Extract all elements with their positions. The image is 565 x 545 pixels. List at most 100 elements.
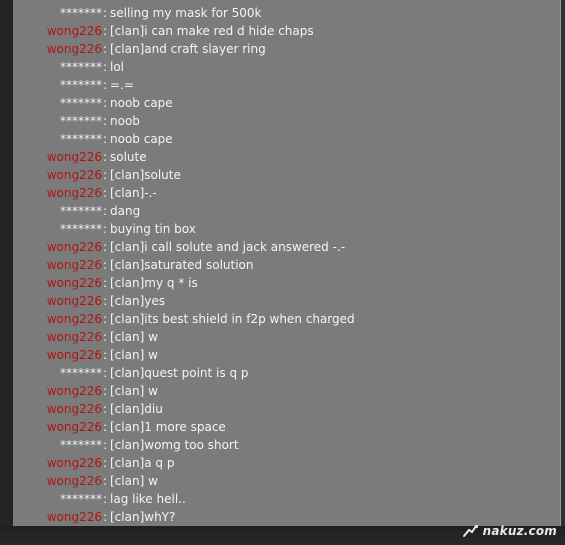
message-sender: wong226 (46, 294, 102, 308)
message-sender: wong226 (46, 168, 102, 182)
chat-message-row: wong226: [clan]a q p (13, 454, 560, 472)
sender-separator: : (103, 510, 108, 524)
message-sender: wong226 (46, 420, 102, 434)
sender-separator: : (103, 438, 108, 452)
message-sender: wong226 (46, 348, 102, 362)
chat-message-row: wong226: [clan]saturated solution (13, 256, 560, 274)
chat-message-row: wong226: [clan]yes (13, 292, 560, 310)
message-text: [clan]saturated solution (110, 258, 254, 272)
message-sender: ******* (60, 78, 102, 92)
message-sender: wong226 (46, 24, 102, 38)
message-text: [clan]my q * is (110, 276, 198, 290)
message-sender: ******* (60, 60, 102, 74)
message-text: lag like hell.. (110, 492, 186, 506)
sender-separator: : (103, 132, 108, 146)
chat-message-row: wong226: [clan]my q * is (13, 274, 560, 292)
message-sender: wong226 (46, 330, 102, 344)
chat-message-row: *******: [clan]quest point is q p (13, 364, 560, 382)
chat-message-row: *******: [clan]womg too short (13, 436, 560, 454)
message-sender: ******* (60, 204, 102, 218)
watermark-text: nakuz.com (482, 524, 557, 538)
sender-separator: : (103, 240, 108, 254)
watermark: nakuz.com (462, 523, 557, 539)
chat-message-row: wong226: [clan]diu (13, 400, 560, 418)
chat-message-row: wong226: [clan] w (13, 382, 560, 400)
chat-message-row: wong226: [clan] w (13, 328, 560, 346)
sender-separator: : (103, 474, 108, 488)
message-text: noob cape (110, 132, 173, 146)
chat-message-row: *******: buying tin box (13, 220, 560, 238)
chat-log-panel[interactable]: *******: selling my mask for 500k wong226:… (13, 0, 561, 526)
message-text: =.= (110, 78, 134, 92)
window-frame-left (0, 0, 13, 545)
message-sender: ******* (60, 438, 102, 452)
sender-separator: : (103, 24, 108, 38)
chat-message-row: *******: noob (13, 112, 560, 130)
message-text: dang (110, 204, 141, 218)
message-sender: ******* (60, 222, 102, 236)
chat-message-row: wong226: [clan]and craft slayer ring (13, 40, 560, 58)
message-sender: wong226 (46, 384, 102, 398)
sender-separator: : (103, 258, 108, 272)
message-sender: wong226 (46, 42, 102, 56)
message-sender: ******* (60, 6, 102, 20)
chat-message-list: *******: selling my mask for 500k wong226:… (13, 4, 560, 526)
message-text: [clan]-.- (110, 186, 157, 200)
sender-separator: : (103, 96, 108, 110)
sender-separator: : (103, 330, 108, 344)
message-sender: wong226 (46, 150, 102, 164)
sender-separator: : (103, 456, 108, 470)
message-sender: wong226 (46, 474, 102, 488)
chat-message-row: wong226: [clan]its best shield in f2p whe… (13, 310, 560, 328)
message-sender: ******* (60, 492, 102, 506)
chat-message-row: *******: noob cape (13, 130, 560, 148)
chat-message-row: wong226: solute (13, 148, 560, 166)
message-text: noob cape (110, 96, 173, 110)
message-text: [clan]i call solute and jack answered -.… (110, 240, 346, 254)
sender-separator: : (103, 204, 108, 218)
message-text: [clan]whY? (110, 510, 176, 524)
chat-message-row: wong226: [clan]i can make red d hide chap… (13, 22, 560, 40)
message-text: [clan]i can make red d hide chaps (110, 24, 314, 38)
message-sender: ******* (60, 114, 102, 128)
chat-message-row: wong226: [clan]solute (13, 166, 560, 184)
message-sender: ******* (60, 132, 102, 146)
sender-separator: : (103, 420, 108, 434)
sender-separator: : (103, 150, 108, 164)
chat-message-row: *******: lol (13, 58, 560, 76)
sender-separator: : (103, 42, 108, 56)
sender-separator: : (103, 366, 108, 380)
chat-message-row: wong226: [clan] w (13, 346, 560, 364)
message-sender: wong226 (46, 276, 102, 290)
message-sender: ******* (60, 96, 102, 110)
sender-separator: : (103, 384, 108, 398)
message-sender: ******* (60, 366, 102, 380)
chat-message-row: *******: noob cape (13, 94, 560, 112)
sender-separator: : (103, 60, 108, 74)
sender-separator: : (103, 168, 108, 182)
chat-message-row: wong226: [clan] w (13, 472, 560, 490)
sender-separator: : (103, 294, 108, 308)
message-text: [clan]a q p (110, 456, 175, 470)
message-sender: wong226 (46, 510, 102, 524)
message-text: [clan] w (110, 474, 158, 488)
message-text: [clan] w (110, 384, 158, 398)
sender-separator: : (103, 222, 108, 236)
sender-separator: : (103, 6, 108, 20)
chat-message-row: wong226: [clan]1 more space (13, 418, 560, 436)
sender-separator: : (103, 348, 108, 362)
message-text: [clan] w (110, 348, 158, 362)
message-sender: wong226 (46, 240, 102, 254)
sender-separator: : (103, 78, 108, 92)
window-frame-right (561, 0, 565, 545)
message-text: [clan] w (110, 330, 158, 344)
chat-message-row: *******: dang (13, 202, 560, 220)
message-text: [clan]1 more space (110, 420, 226, 434)
message-text: [clan]its best shield in f2p when charge… (110, 312, 355, 326)
runner-logo-icon (462, 524, 478, 537)
chat-message-row: wong226: [clan]i call solute and jack ans… (13, 238, 560, 256)
message-sender: wong226 (46, 258, 102, 272)
sender-separator: : (103, 186, 108, 200)
message-text: [clan]and craft slayer ring (110, 42, 266, 56)
message-text: buying tin box (110, 222, 196, 236)
